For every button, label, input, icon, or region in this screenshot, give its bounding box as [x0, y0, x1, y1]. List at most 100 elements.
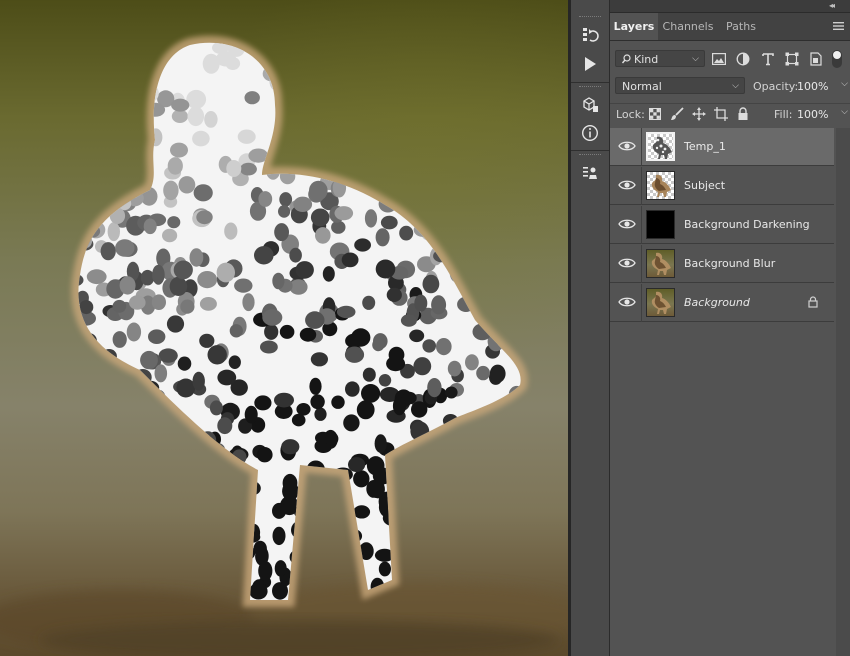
pointillize-dot [112, 42, 130, 44]
pixel-layer-filter-icon[interactable] [712, 52, 726, 66]
lock-image-pixels-icon[interactable] [670, 107, 684, 121]
fill-field[interactable]: 100% ⌵ [794, 105, 848, 122]
pointillize-dot [140, 350, 158, 370]
pointillize-dot [356, 400, 375, 420]
pointillize-dot [305, 311, 325, 329]
info-icon[interactable] [579, 122, 601, 144]
visibility-toggle[interactable] [610, 284, 642, 322]
layer-thumbnail[interactable] [646, 171, 675, 200]
strip-separator [571, 82, 609, 83]
type-layer-filter-icon[interactable] [761, 52, 775, 66]
pointillize-dot [78, 518, 85, 532]
layer-thumbnail[interactable] [646, 210, 675, 239]
eye-icon[interactable] [618, 140, 636, 152]
collapse-panels-icon[interactable]: ◂◂ [829, 0, 835, 12]
tab-paths[interactable]: Paths [718, 13, 764, 40]
pointillize-dot [258, 191, 273, 207]
layer-row-subject[interactable]: Subject [610, 167, 834, 205]
strip-grip[interactable] [579, 154, 601, 158]
pointillize-dot [463, 519, 482, 538]
pointillize-dot [445, 386, 458, 399]
pointillize-dot [115, 110, 130, 128]
visibility-toggle[interactable] [610, 245, 642, 283]
tab-layers[interactable]: Layers [610, 13, 658, 40]
chevron-down-icon[interactable]: ⌵ [841, 107, 848, 117]
pointillize-dot [111, 428, 132, 443]
document-canvas[interactable] [0, 0, 568, 656]
layer-thumbnail[interactable] [646, 288, 675, 317]
pointillize-dot [322, 266, 335, 282]
visibility-toggle[interactable] [610, 128, 642, 166]
layer-row-background[interactable]: Background [610, 284, 834, 322]
layer-name[interactable]: Background Darkening [684, 218, 810, 231]
pointillize-dot [78, 130, 83, 143]
filter-toggle-switch[interactable] [832, 50, 842, 68]
pointillize-dot [52, 59, 71, 75]
pointillize-dot [107, 373, 125, 388]
visibility-toggle[interactable] [610, 206, 642, 244]
layer-thumbnail[interactable] [646, 132, 675, 161]
eye-icon[interactable] [618, 257, 636, 269]
history-icon[interactable] [579, 24, 601, 46]
adjustment-layer-filter-icon[interactable] [736, 52, 750, 66]
layer-name[interactable]: Background Blur [684, 257, 775, 270]
filter-kind-select[interactable]: Kind ⌵ [615, 50, 705, 67]
blend-mode-select[interactable]: Normal ⌵ [615, 77, 745, 94]
shape-layer-filter-icon[interactable] [785, 52, 799, 66]
pointillize-dot [380, 215, 398, 230]
pointillize-dot [507, 163, 521, 178]
smart-object-filter-icon[interactable] [809, 52, 823, 66]
strip-grip[interactable] [579, 16, 601, 20]
layer-row-background-darkening[interactable]: Background Darkening [610, 206, 834, 244]
lock-transparent-pixels-icon[interactable] [648, 107, 662, 121]
pointillize-dot [207, 345, 227, 365]
pointillize-dot [272, 526, 286, 546]
pointillize-dot [420, 458, 440, 477]
lock-artboard-icon[interactable] [714, 107, 728, 121]
actions-play-icon[interactable] [579, 53, 601, 75]
pointillize-dot [163, 180, 179, 201]
pointillize-dot [384, 146, 403, 162]
layer-name[interactable]: Background [684, 296, 750, 309]
pointillize-dot [96, 446, 116, 464]
pointillize-dot [79, 47, 97, 65]
panel-menu-icon[interactable] [833, 21, 844, 31]
pointillize-dot [532, 234, 545, 254]
opacity-field[interactable]: 100% ⌵ [794, 77, 848, 94]
pointillize-dot [282, 473, 298, 493]
layer-name[interactable]: Temp_1 [684, 140, 726, 153]
pointillize-dot [78, 91, 92, 111]
eye-icon[interactable] [618, 218, 636, 230]
strip-grip[interactable] [579, 86, 601, 90]
pointillize-dot [84, 59, 97, 74]
pointillize-dot [156, 471, 171, 489]
pointillize-dot [121, 108, 137, 122]
pointillize-dot [274, 560, 287, 577]
pointillize-dot [78, 419, 91, 435]
pointillize-dot [466, 42, 487, 53]
layer-row-temp-1[interactable]: Temp_1 [610, 128, 834, 166]
layer-name[interactable]: Subject [684, 179, 725, 192]
pointillize-dot [338, 129, 357, 144]
properties-icon[interactable] [579, 162, 601, 184]
pointillize-dot [532, 337, 544, 357]
eye-icon[interactable] [618, 296, 636, 308]
lock-all-icon[interactable] [736, 107, 750, 121]
lock-icon[interactable] [808, 296, 818, 308]
pointillize-dot [78, 159, 83, 172]
pointillize-dot [447, 360, 462, 377]
pointillize-dot [482, 252, 499, 270]
pointillize-dot [298, 42, 311, 47]
layer-list-scrollbar[interactable] [836, 128, 850, 656]
eye-icon[interactable] [618, 179, 636, 191]
3d-icon[interactable] [579, 94, 601, 116]
layer-thumbnail[interactable] [646, 249, 675, 278]
lock-position-icon[interactable] [692, 107, 706, 121]
pointillize-dot [465, 256, 485, 270]
pointillize-dot [309, 560, 328, 576]
visibility-toggle[interactable] [610, 167, 642, 205]
chevron-down-icon[interactable]: ⌵ [841, 79, 848, 89]
pointillize-dot [293, 196, 313, 212]
layer-row-background-blur[interactable]: Background Blur [610, 245, 834, 283]
tab-channels[interactable]: Channels [658, 13, 718, 40]
